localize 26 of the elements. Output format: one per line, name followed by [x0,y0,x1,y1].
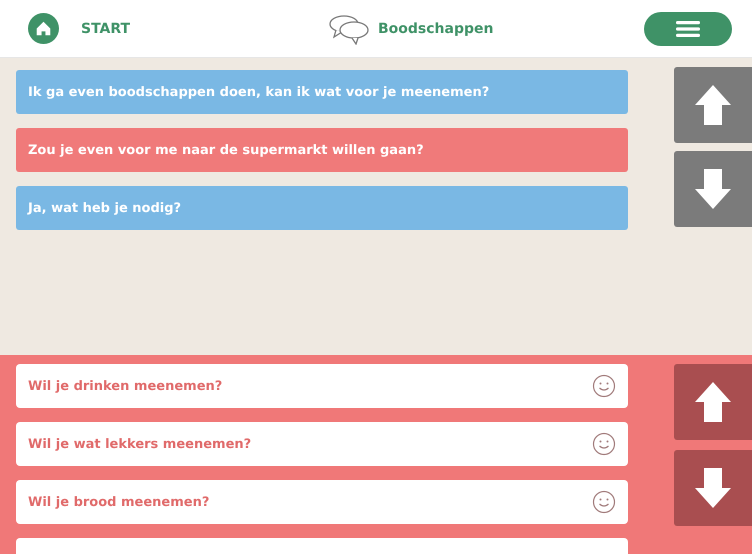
scroll-up-button[interactable] [674,364,752,440]
option-text: Wil je drinken meenemen? [28,378,222,394]
speech-bubbles-icon [328,12,370,44]
message-bubble: Zou je even voor me naar de supermarkt willen gaan? [16,128,628,172]
scroll-down-button[interactable] [674,151,752,227]
scroll-down-button[interactable] [674,450,752,526]
message-bubble: Ja, wat heb je nodig? [16,186,628,230]
smiley-icon [592,490,616,514]
option-card[interactable]: Wil je drinken meenemen? [16,364,628,408]
down-arrow-icon [693,466,733,510]
message-bubble: Ik ga even boodschappen doen, kan ik wat voor je meenemen? [16,70,628,114]
page-title: Boodschappen [378,20,494,36]
menu-button[interactable] [644,12,732,46]
menu-icon [676,20,700,36]
option-card[interactable]: Wil je brood meenemen? [16,480,628,524]
smiley-icon [592,374,616,398]
up-arrow-icon [693,380,733,424]
option-text: Wil je wat lekkers meenemen? [28,436,252,452]
home-icon[interactable] [28,13,59,44]
option-text: Wil je brood meenemen? [28,494,210,510]
up-arrow-icon [693,83,733,127]
smiley-icon [592,432,616,456]
scroll-up-button[interactable] [674,67,752,143]
option-card[interactable]: Wil je wat lekkers meenemen? [16,422,628,466]
down-arrow-icon [693,167,733,211]
start-label[interactable]: START [81,20,130,36]
